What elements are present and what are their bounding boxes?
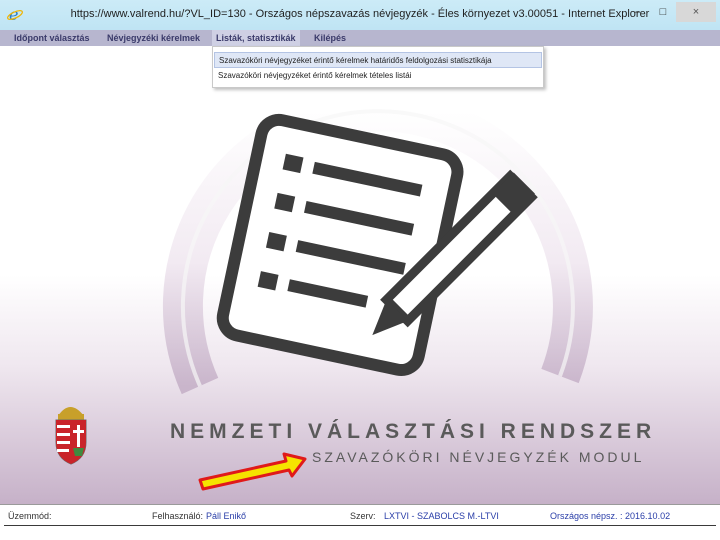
window-controls: – □ × xyxy=(624,2,716,22)
window-title: https://www.valrend.hu/?VL_ID=130 - Orsz… xyxy=(70,8,650,20)
brand-title: NEMZETI VÁLASZTÁSI RENDSZER xyxy=(170,420,657,443)
checklist-with-pencil-icon xyxy=(216,113,464,376)
mode-label: Üzemmód: xyxy=(8,511,52,521)
menu-item-nevjegyzeki-kerelmek[interactable]: Névjegyzéki kérelmek xyxy=(103,30,204,46)
user-value: Páll Enikő xyxy=(206,511,247,521)
listak-dropdown-menu: Szavazóköri névjegyzéket érintő kérelmek… xyxy=(212,46,544,88)
menu-item-listak-statisztikak[interactable]: Listák, statisztikák xyxy=(212,30,300,46)
org-label: Szerv: xyxy=(350,511,376,521)
yellow-arrow-icon xyxy=(198,452,307,491)
browser-window: e https://www.valrend.hu/?VL_ID=130 - Or… xyxy=(0,0,720,533)
election-value: Országos népsz. : 2016.10.02 xyxy=(550,511,671,521)
org-value: LXTVI - SZABOLCS M.-LTVI xyxy=(384,511,499,521)
maximize-button[interactable]: □ xyxy=(650,2,676,22)
main-content: NEMZETI VÁLASZTÁSI RENDSZER SZAVAZÓKÖRI … xyxy=(0,46,720,504)
status-bar: Üzemmód: Felhasználó: Páll Enikő Szerv: … xyxy=(0,504,720,533)
close-button[interactable]: × xyxy=(676,2,716,22)
user-label: Felhasználó: xyxy=(152,511,204,521)
menu-bar: Időpont választás Névjegyzéki kérelmek L… xyxy=(0,30,720,46)
status-divider xyxy=(4,525,716,526)
dropdown-item-hataridos-statisztika[interactable]: Szavazóköri névjegyzéket érintő kérelmek… xyxy=(214,52,542,68)
minimize-button[interactable]: – xyxy=(624,2,650,22)
menu-item-kilepes[interactable]: Kilépés xyxy=(310,30,350,46)
menu-item-idopont-valasztas[interactable]: Időpont választás xyxy=(10,30,94,46)
brand-subtitle: SZAVAZÓKÖRI NÉVJEGYZÉK MODUL xyxy=(312,449,645,465)
dropdown-item-teteles-listak[interactable]: Szavazóköri névjegyzéket érintő kérelmek… xyxy=(214,68,542,84)
hungarian-coat-of-arms-icon xyxy=(55,407,87,465)
title-bar: e https://www.valrend.hu/?VL_ID=130 - Or… xyxy=(0,0,720,31)
